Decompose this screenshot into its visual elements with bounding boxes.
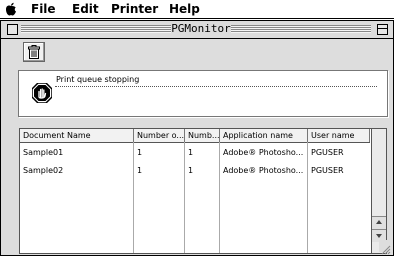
status-divider — [55, 86, 377, 87]
column-divider — [184, 142, 185, 253]
column-divider — [219, 142, 220, 253]
stop-hand-icon — [32, 83, 52, 103]
cell-number-of: 1 — [137, 166, 143, 175]
resize-handle[interactable] — [379, 240, 391, 255]
vertical-scrollbar[interactable] — [371, 129, 386, 253]
column-header-user-name[interactable]: User name — [308, 129, 370, 142]
cell-numb: 1 — [188, 148, 194, 157]
column-divider — [307, 142, 308, 253]
scroll-up-button[interactable] — [372, 216, 386, 229]
column-header-document-name[interactable]: Document Name — [20, 129, 134, 142]
resize-grip-icon — [381, 245, 391, 255]
apple-logo-icon[interactable] — [3, 2, 19, 17]
menu-file[interactable]: File — [31, 1, 56, 17]
status-message: Print queue stopping — [56, 75, 140, 84]
window-titlebar[interactable]: PGMonitor — [1, 21, 393, 39]
print-queue-table[interactable]: Document Name Number o... Numb... Applic… — [19, 128, 387, 254]
close-box-icon[interactable] — [7, 24, 18, 35]
arrow-up-icon — [376, 220, 382, 224]
trash-icon — [28, 45, 40, 59]
delete-job-button[interactable] — [23, 42, 45, 62]
menu-help[interactable]: Help — [169, 1, 200, 17]
arrow-down-icon — [376, 234, 382, 238]
column-divider — [133, 142, 134, 253]
zoom-box-icon[interactable] — [377, 24, 388, 35]
cell-numb: 1 — [188, 166, 194, 175]
pgmonitor-window: PGMonitor Print queue stopping Document … — [0, 20, 394, 256]
cell-user-name: PGUSER — [311, 166, 344, 175]
column-header-application-name[interactable]: Application name — [220, 129, 308, 142]
cell-document-name: Sample01 — [23, 148, 64, 157]
cell-number-of: 1 — [137, 148, 143, 157]
column-header-number-of[interactable]: Number o... — [134, 129, 185, 142]
table-header: Document Name Number o... Numb... Applic… — [20, 129, 370, 143]
status-panel: Print queue stopping — [18, 70, 388, 117]
column-header-numb[interactable]: Numb... — [185, 129, 220, 142]
cell-application-name: Adobe® Photosho... — [223, 148, 304, 157]
menu-edit[interactable]: Edit — [72, 1, 99, 17]
cell-user-name: PGUSER — [311, 148, 344, 157]
window-title: PGMonitor — [171, 22, 231, 36]
menu-bar: File Edit Printer Help — [0, 0, 394, 19]
menu-printer[interactable]: Printer — [111, 1, 158, 17]
cell-document-name: Sample02 — [23, 166, 64, 175]
cell-application-name: Adobe® Photosho... — [223, 166, 304, 175]
